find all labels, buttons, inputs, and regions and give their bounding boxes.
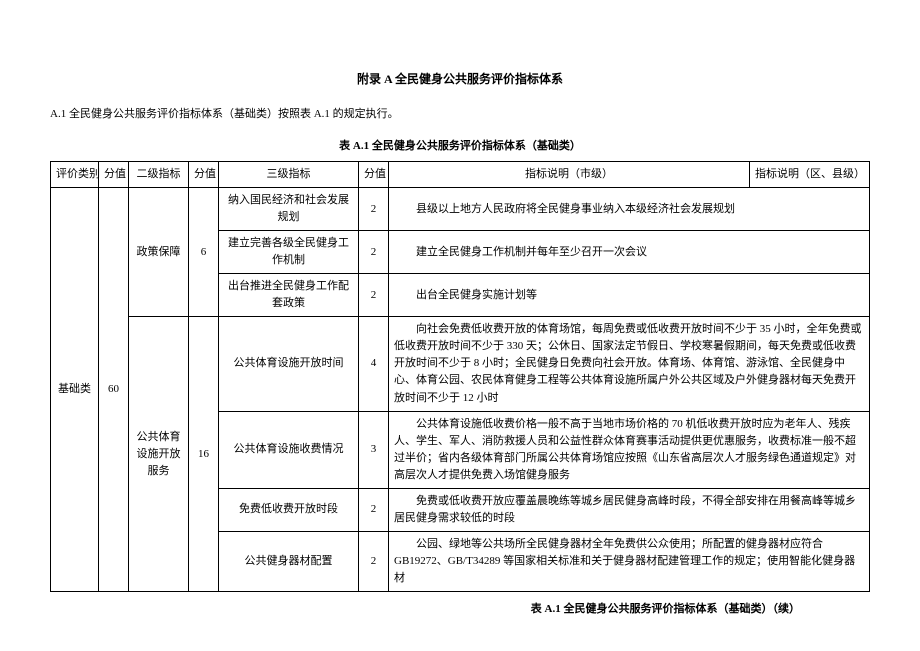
- table-caption: 表 A.1 全民健身公共服务评价指标体系（基础类）: [50, 137, 870, 153]
- cell-l3-score: 2: [359, 488, 389, 531]
- th-score2: 分值: [189, 162, 219, 188]
- cell-l2-a: 政策保障: [129, 188, 189, 317]
- cell-category-score: 60: [99, 188, 129, 592]
- cell-desc: 公园、绿地等公共场所全民健身器材全年免费供公众使用；所配置的健身器材应符合 GB…: [389, 531, 870, 591]
- th-score3: 分值: [359, 162, 389, 188]
- th-l3: 三级指标: [219, 162, 359, 188]
- cell-l3-score: 2: [359, 274, 389, 317]
- appendix-title: 附录 A 全民健身公共服务评价指标体系: [50, 70, 870, 87]
- cell-desc: 县级以上地方人民政府将全民健身事业纳入本级经济社会发展规划: [389, 188, 870, 231]
- cell-l3: 公共健身器材配置: [219, 531, 359, 591]
- cell-l3: 出台推进全民健身工作配套政策: [219, 274, 359, 317]
- th-score1: 分值: [99, 162, 129, 188]
- cell-l3-score: 2: [359, 231, 389, 274]
- cell-desc: 公共体育设施低收费价格一般不高于当地市场价格的 70 机低收费开放时应为老年人、…: [389, 411, 870, 488]
- cell-l3: 免费低收费开放时段: [219, 488, 359, 531]
- cell-l3: 公共体育设施开放时间: [219, 317, 359, 411]
- th-category: 评价类别: [51, 162, 99, 188]
- cell-l3: 纳入国民经济和社会发展规划: [219, 188, 359, 231]
- cell-desc: 出台全民健身实施计划等: [389, 274, 870, 317]
- cell-l3-score: 4: [359, 317, 389, 411]
- cell-l3: 公共体育设施收费情况: [219, 411, 359, 488]
- th-l2: 二级指标: [129, 162, 189, 188]
- evaluation-table: 评价类别 分值 二级指标 分值 三级指标 分值 指标说明（市级） 指标说明（区、…: [50, 161, 870, 592]
- cell-desc: 免费或低收费开放应覆盖晨晚练等城乡居民健身高峰时段，不得全部安排在用餐高峰等城乡…: [389, 488, 870, 531]
- cell-l2-b: 公共体育设施开放服务: [129, 317, 189, 592]
- cell-desc: 向社会免费低收费开放的体育场馆，每周免费或低收费开放时间不少于 35 小时，全年…: [389, 317, 870, 411]
- th-desc-city: 指标说明（市级）: [389, 162, 750, 188]
- table-row: 公共体育设施开放服务 16 公共体育设施开放时间 4 向社会免费低收费开放的体育…: [51, 317, 870, 411]
- cell-l3-score: 3: [359, 411, 389, 488]
- cell-l2-b-score: 16: [189, 317, 219, 592]
- cell-l2-a-score: 6: [189, 188, 219, 317]
- cell-l3: 建立完善各级全民健身工作机制: [219, 231, 359, 274]
- cell-l3-score: 2: [359, 531, 389, 591]
- cell-desc: 建立全民健身工作机制并每年至少召开一次会议: [389, 231, 870, 274]
- table-row: 基础类 60 政策保障 6 纳入国民经济和社会发展规划 2 县级以上地方人民政府…: [51, 188, 870, 231]
- intro-text: A.1 全民健身公共服务评价指标体系（基础类）按照表 A.1 的规定执行。: [50, 105, 870, 121]
- cell-category: 基础类: [51, 188, 99, 592]
- cell-l3-score: 2: [359, 188, 389, 231]
- table-header-row: 评价类别 分值 二级指标 分值 三级指标 分值 指标说明（市级） 指标说明（区、…: [51, 162, 870, 188]
- th-desc-county: 指标说明（区、县级）: [750, 162, 870, 188]
- table-caption-continued: 表 A.1 全民健身公共服务评价指标体系（基础类）（续）: [50, 600, 870, 616]
